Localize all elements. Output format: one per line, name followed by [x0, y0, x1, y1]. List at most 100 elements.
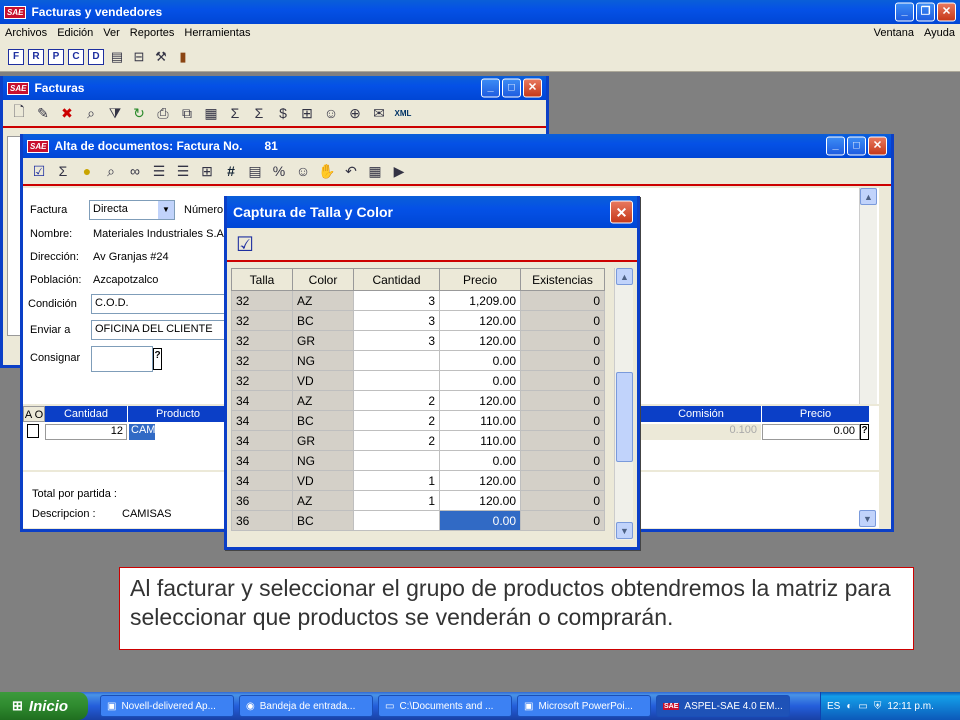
condicion-field[interactable]: C.O.D. — [91, 294, 227, 314]
people-icon[interactable]: ☺ — [293, 161, 313, 181]
cell-precio[interactable]: 110.00 — [439, 410, 521, 431]
monitor-icon[interactable]: ▭ — [858, 701, 867, 712]
matrix-scrollbar[interactable]: ▲ ▼ — [614, 268, 633, 540]
table-icon[interactable]: ▦ — [201, 103, 221, 123]
maximize-button[interactable]: □ — [847, 136, 866, 156]
cell-cantidad[interactable] — [353, 370, 440, 391]
minimize-button[interactable]: _ — [895, 2, 914, 22]
scroll-down-icon[interactable]: ▼ — [859, 510, 876, 527]
menu-archivos[interactable]: Archivos — [0, 27, 52, 39]
shield-icon[interactable]: ⛨ — [874, 701, 882, 712]
row-producto[interactable]: CAM — [129, 424, 229, 440]
filter-icon[interactable]: ⧩ — [105, 103, 125, 123]
language-indicator[interactable]: ES — [827, 701, 840, 712]
menu-edicion[interactable]: Edición — [52, 27, 98, 39]
cell-precio[interactable]: 0.00 — [439, 510, 521, 531]
task-documents[interactable]: ▭ C:\Documents and ... — [378, 695, 512, 717]
alta-form-scrollbar[interactable]: ▲ — [859, 188, 877, 404]
link-icon[interactable]: ∞ — [125, 161, 145, 181]
cell-precio[interactable]: 0.00 — [439, 350, 521, 371]
sum-report-icon[interactable]: Σ — [53, 161, 73, 181]
cell-precio[interactable]: 1,209.00 — [439, 290, 521, 311]
remisiones-button[interactable]: R — [28, 48, 44, 65]
close-button[interactable]: ✕ — [868, 136, 887, 156]
cell-cantidad[interactable]: 2 — [353, 390, 440, 411]
list-icon[interactable]: ☰ — [173, 161, 193, 181]
search-icon[interactable]: ⌕ — [81, 103, 101, 123]
dialog-close-button[interactable]: ✕ — [610, 200, 633, 224]
cell-cantidad[interactable]: 1 — [353, 470, 440, 491]
close-button[interactable]: ✕ — [523, 78, 542, 98]
network-icon[interactable]: ⊕ — [345, 103, 365, 123]
cell-precio[interactable]: 120.00 — [439, 490, 521, 511]
network-icon[interactable]: ◐ — [846, 701, 852, 712]
chevron-down-icon[interactable]: ▼ — [158, 201, 174, 219]
devoluciones-button[interactable]: D — [88, 48, 104, 65]
menu-herramientas[interactable]: Herramientas — [179, 27, 255, 39]
search-money-icon[interactable]: ⌕ — [101, 161, 121, 181]
cell-cantidad[interactable]: 1 — [353, 490, 440, 511]
minimize-button[interactable]: _ — [481, 78, 500, 98]
folder-icon[interactable]: ⊟ — [130, 48, 148, 66]
stamp-icon[interactable]: ⊞ — [297, 103, 317, 123]
exit-door-icon[interactable]: ▮ — [174, 48, 192, 66]
cell-cantidad[interactable] — [353, 350, 440, 371]
task-novell[interactable]: ▣ Novell-delivered Ap... — [100, 695, 234, 717]
row-precio[interactable]: 0.00 — [762, 424, 860, 440]
cell-cantidad[interactable] — [353, 510, 440, 531]
email-icon[interactable]: ✉ — [369, 103, 389, 123]
pedidos-button[interactable]: P — [48, 48, 64, 65]
cell-precio[interactable]: 120.00 — [439, 310, 521, 331]
edit-icon[interactable]: ✎ — [33, 103, 53, 123]
bulb-icon[interactable]: ● — [77, 161, 97, 181]
accept-check-icon[interactable]: ☑ — [233, 232, 257, 256]
scroll-up-icon[interactable]: ▲ — [860, 188, 877, 205]
money-icon[interactable]: $ — [273, 103, 293, 123]
task-powerpoint[interactable]: ▣ Microsoft PowerPoi... — [517, 695, 651, 717]
copy-icon[interactable]: ⧉ — [177, 103, 197, 123]
tools-icon[interactable]: ⚒ — [152, 48, 170, 66]
cell-precio[interactable]: 120.00 — [439, 330, 521, 351]
print-icon[interactable]: ⎙ — [153, 103, 173, 123]
scroll-down-icon[interactable]: ▼ — [616, 522, 633, 539]
sum-report-icon[interactable]: Σ — [225, 103, 245, 123]
menu-reportes[interactable]: Reportes — [125, 27, 180, 39]
minimize-button[interactable]: _ — [826, 136, 845, 156]
menu-ventana[interactable]: Ventana — [869, 27, 919, 39]
play-icon[interactable]: ▶ — [389, 161, 409, 181]
cell-precio[interactable]: 120.00 — [439, 470, 521, 491]
hand-icon[interactable]: ✋ — [317, 161, 337, 181]
cancel-icon[interactable]: ✖ — [57, 103, 77, 123]
grid-icon[interactable]: ▦ — [365, 161, 385, 181]
refresh-icon[interactable]: ↻ — [129, 103, 149, 123]
maximize-button[interactable]: □ — [502, 78, 521, 98]
lines-icon[interactable]: ☰ — [149, 161, 169, 181]
hash-icon[interactable]: # — [221, 161, 241, 181]
discount-icon[interactable]: % — [269, 161, 289, 181]
facturas-button[interactable]: F — [8, 48, 24, 65]
menu-ayuda[interactable]: Ayuda — [919, 27, 960, 39]
cell-cantidad[interactable] — [353, 450, 440, 471]
task-aspel-sae[interactable]: SAE ASPEL-SAE 4.0 EM... — [656, 695, 790, 717]
cell-cantidad[interactable]: 2 — [353, 430, 440, 451]
cell-precio[interactable]: 120.00 — [439, 390, 521, 411]
consignar-help-button[interactable]: ? — [153, 348, 162, 370]
cell-precio[interactable]: 0.00 — [439, 370, 521, 391]
cell-cantidad[interactable]: 2 — [353, 410, 440, 431]
cell-precio[interactable]: 110.00 — [439, 430, 521, 451]
save-check-icon[interactable]: ☑ — [29, 161, 49, 181]
enviar-field[interactable]: OFICINA DEL CLIENTE — [91, 320, 227, 340]
scroll-thumb[interactable] — [616, 372, 633, 462]
xml-icon[interactable]: XML — [393, 103, 413, 123]
tree-icon[interactable]: ⊞ — [197, 161, 217, 181]
sum-icon[interactable]: Σ — [249, 103, 269, 123]
cell-cantidad[interactable]: 3 — [353, 310, 440, 331]
calculator-icon[interactable]: ▤ — [245, 161, 265, 181]
row-icon[interactable] — [27, 424, 39, 438]
scroll-up-icon[interactable]: ▲ — [616, 268, 633, 285]
start-button[interactable]: ⊞ Inicio — [0, 692, 88, 720]
restore-button[interactable]: ❐ — [916, 2, 935, 22]
consignar-field[interactable] — [91, 346, 153, 372]
precio-help-button[interactable]: ? — [860, 424, 869, 440]
close-button[interactable]: ✕ — [937, 2, 956, 22]
